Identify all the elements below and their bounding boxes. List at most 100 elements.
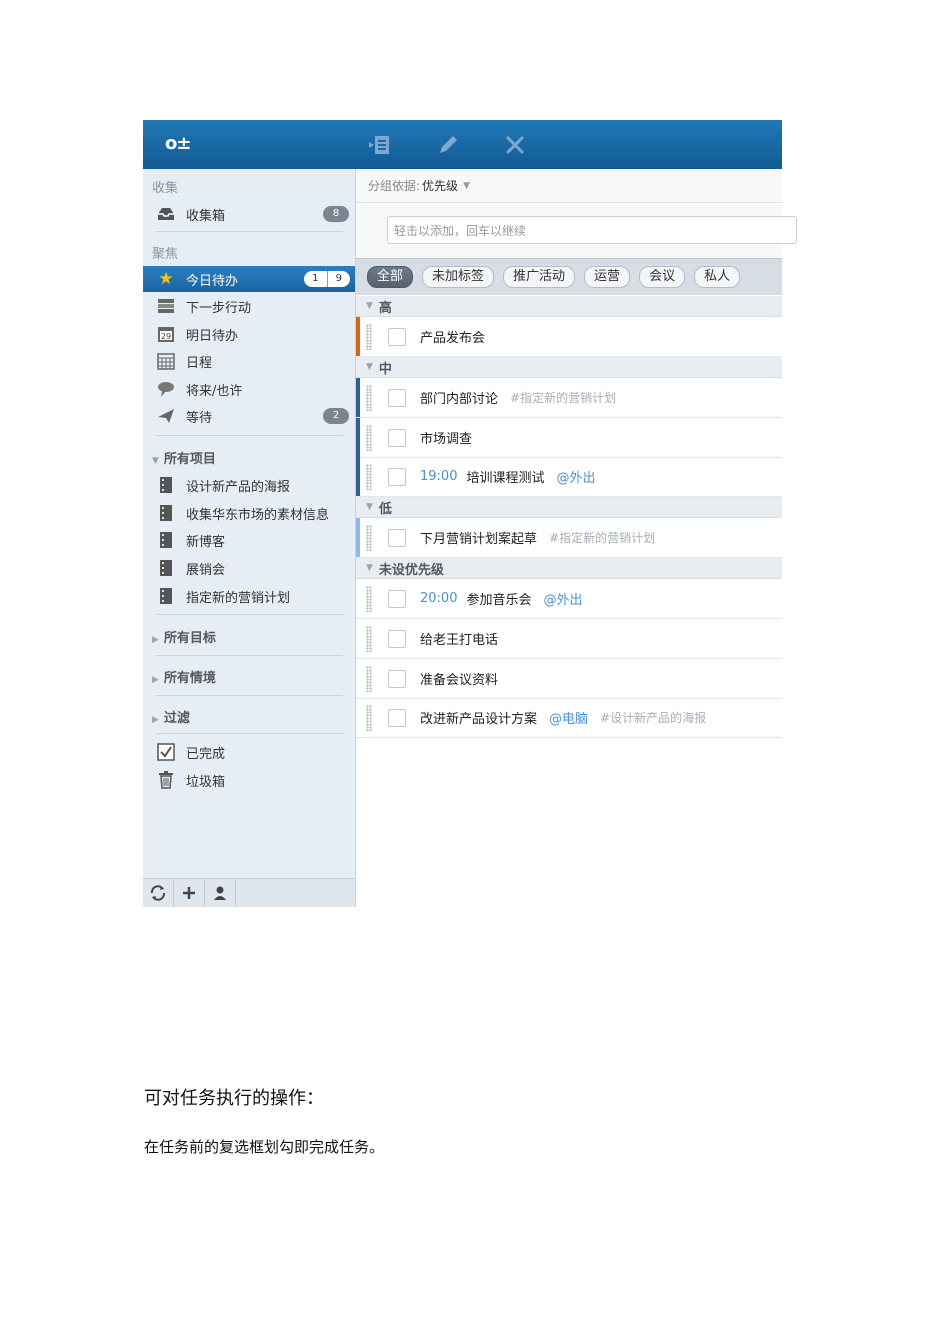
sidebar-item-label: 收集华东市场的素材信息 bbox=[186, 507, 330, 523]
top-toolbar: o± bbox=[143, 120, 782, 169]
sidebar-item-project[interactable]: 指定新的营销计划 bbox=[143, 583, 355, 609]
drag-handle-icon[interactable] bbox=[366, 704, 372, 731]
task-title: 改进新产品设计方案 bbox=[420, 712, 538, 727]
task-context[interactable]: @外出 bbox=[556, 467, 595, 486]
sidebar-item-tomorrow[interactable]: 29 明日待办 bbox=[143, 321, 355, 347]
divider bbox=[155, 695, 343, 696]
filters-header-label: 过滤 bbox=[163, 711, 190, 726]
priority-group-none[interactable]: ▼ 未设优先级 bbox=[356, 558, 782, 579]
tag-operations[interactable]: 运营 bbox=[584, 266, 631, 288]
divider bbox=[155, 655, 343, 656]
task-row[interactable]: 产品发布会 bbox=[356, 317, 782, 357]
app-screenshot: o± 收集 收集箱 8 聚焦 ★ 今日待办 1 9 下一步行动 29 明日待办 … bbox=[143, 120, 797, 907]
task-row[interactable]: 给老王打电话 bbox=[356, 619, 782, 659]
today-count-badge: 1 9 bbox=[304, 271, 350, 287]
task-checkbox[interactable] bbox=[388, 669, 406, 688]
sidebar-item-label: 将来/也许 bbox=[186, 383, 243, 399]
priority-group-low[interactable]: ▼ 低 bbox=[356, 497, 782, 518]
tag-meeting[interactable]: 会议 bbox=[639, 266, 686, 288]
sidebar-item-project[interactable]: 收集华东市场的素材信息 bbox=[143, 500, 355, 526]
projects-header[interactable]: ▼ 所有项目 bbox=[152, 448, 216, 467]
divider bbox=[155, 435, 343, 436]
task-context[interactable]: @电脑 bbox=[549, 708, 588, 727]
sidebar-item-trash[interactable]: 垃圾箱 bbox=[143, 767, 355, 793]
task-project[interactable]: #设计新产品的海报 bbox=[600, 709, 706, 726]
triangle-right-icon: ▶ bbox=[152, 675, 159, 685]
triangle-down-icon: ▼ bbox=[152, 456, 159, 466]
task-row[interactable]: 下月营销计划案起草 #指定新的营销计划 bbox=[356, 518, 782, 558]
drag-handle-icon[interactable] bbox=[366, 463, 372, 490]
pencil-icon[interactable] bbox=[433, 130, 463, 160]
drag-handle-icon[interactable] bbox=[366, 424, 372, 451]
drag-handle-icon[interactable] bbox=[366, 625, 372, 652]
sidebar-item-label: 明日待办 bbox=[186, 328, 239, 344]
task-checkbox[interactable] bbox=[388, 428, 406, 447]
sidebar-footer bbox=[143, 878, 355, 907]
contexts-header[interactable]: ▶ 所有情境 bbox=[152, 667, 216, 686]
tag-promotion[interactable]: 推广活动 bbox=[503, 266, 576, 288]
drag-handle-icon[interactable] bbox=[366, 665, 372, 692]
notebook-icon bbox=[156, 559, 176, 577]
sidebar-item-waiting[interactable]: 等待 2 bbox=[143, 403, 355, 429]
task-checkbox[interactable] bbox=[388, 467, 406, 486]
sidebar-item-project[interactable]: 新博客 bbox=[143, 527, 355, 553]
divider bbox=[155, 733, 343, 734]
task-checkbox[interactable] bbox=[388, 708, 406, 727]
task-title: 下月营销计划案起草 bbox=[420, 532, 538, 547]
goals-header[interactable]: ▶ 所有目标 bbox=[152, 627, 216, 646]
task-project[interactable]: #指定新的营销计划 bbox=[549, 529, 655, 546]
close-icon[interactable] bbox=[500, 130, 530, 160]
task-checkbox[interactable] bbox=[388, 528, 406, 547]
star-icon: ★ bbox=[158, 269, 174, 289]
task-row[interactable]: 准备会议资料 bbox=[356, 659, 782, 699]
filters-header[interactable]: ▶ 过滤 bbox=[152, 707, 190, 726]
tag-all[interactable]: 全部 bbox=[367, 266, 414, 288]
triangle-down-icon: ▼ bbox=[366, 362, 373, 372]
priority-group-medium[interactable]: ▼ 中 bbox=[356, 357, 782, 378]
drag-handle-icon[interactable] bbox=[366, 585, 372, 612]
user-icon[interactable] bbox=[205, 879, 236, 907]
triangle-right-icon: ▶ bbox=[152, 715, 159, 725]
sidebar-item-project[interactable]: 展销会 bbox=[143, 555, 355, 581]
sidebar-item-today[interactable]: ★ 今日待办 1 9 bbox=[143, 266, 355, 292]
calendar-29-icon: 29 bbox=[156, 325, 176, 343]
sidebar-item-inbox[interactable]: 收集箱 8 bbox=[143, 201, 355, 227]
task-row[interactable]: 市场调查 bbox=[356, 418, 782, 458]
tag-untagged[interactable]: 未加标签 bbox=[422, 266, 495, 288]
tag-filter-bar: 全部 未加标签 推广活动 运营 会议 私人 bbox=[356, 258, 782, 295]
task-time: 20:00 bbox=[420, 591, 458, 606]
sidebar-item-project[interactable]: 设计新产品的海报 bbox=[143, 472, 355, 498]
sidebar-item-label: 今日待办 bbox=[186, 273, 239, 289]
sidebar-item-next-action[interactable]: 下一步行动 bbox=[143, 293, 355, 319]
drag-handle-icon[interactable] bbox=[366, 323, 372, 350]
priority-bar bbox=[356, 317, 360, 356]
tag-personal[interactable]: 私人 bbox=[694, 266, 741, 288]
task-checkbox[interactable] bbox=[388, 589, 406, 608]
task-checkbox[interactable] bbox=[388, 629, 406, 648]
priority-group-high[interactable]: ▼ 高 bbox=[356, 296, 782, 317]
sidebar-item-done[interactable]: 已完成 bbox=[143, 739, 355, 765]
add-task-input[interactable]: 轻击以添加，回车以继续 bbox=[387, 216, 797, 244]
drag-handle-icon[interactable] bbox=[366, 524, 372, 551]
drag-handle-icon[interactable] bbox=[366, 384, 372, 411]
dropdown-arrow-icon: ▼ bbox=[463, 180, 470, 191]
task-row[interactable]: 改进新产品设计方案 @电脑 #设计新产品的海报 bbox=[356, 698, 782, 738]
task-row[interactable]: 部门内部讨论 #指定新的营销计划 bbox=[356, 378, 782, 418]
sidebar-item-schedule[interactable]: 日程 bbox=[143, 348, 355, 374]
sync-icon[interactable] bbox=[143, 879, 174, 907]
plus-icon[interactable] bbox=[174, 879, 205, 907]
sidebar-item-label: 日程 bbox=[186, 355, 213, 371]
grouping-selector[interactable]: 分组依据: 优先级 ▼ bbox=[356, 169, 782, 203]
sidebar-item-someday[interactable]: 将来/也许 bbox=[143, 376, 355, 402]
priority-bar bbox=[356, 518, 360, 557]
move-to-icon[interactable] bbox=[365, 130, 395, 160]
triangle-down-icon: ▼ bbox=[366, 563, 373, 573]
task-context[interactable]: @外出 bbox=[543, 589, 582, 608]
task-project[interactable]: #指定新的营销计划 bbox=[510, 389, 616, 406]
task-row[interactable]: 19:00 培训课程测试 @外出 bbox=[356, 457, 782, 497]
sidebar-item-label: 设计新产品的海报 bbox=[186, 479, 291, 495]
task-row[interactable]: 20:00 参加音乐会 @外出 bbox=[356, 579, 782, 619]
task-checkbox[interactable] bbox=[388, 388, 406, 407]
inbox-icon bbox=[156, 205, 176, 223]
task-checkbox[interactable] bbox=[388, 327, 406, 346]
